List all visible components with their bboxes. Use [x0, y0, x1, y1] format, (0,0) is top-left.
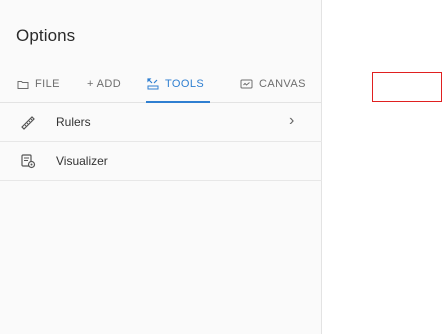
- visualizer-icon: [20, 153, 36, 169]
- list-item-visualizer[interactable]: Visualizer: [0, 142, 322, 181]
- ruler-icon: [20, 114, 36, 130]
- options-panel: Options FILE + ADD TOOLS CANVAS Rulers ›…: [0, 0, 322, 334]
- tab-add[interactable]: + ADD: [87, 72, 121, 103]
- rulers-label: Rulers: [56, 115, 91, 129]
- tab-canvas-label: CANVAS: [259, 78, 306, 90]
- tab-tools-label: TOOLS: [165, 78, 205, 90]
- chevron-right-icon: ›: [289, 112, 295, 129]
- panel-title: Options: [16, 26, 76, 45]
- tab-bar: FILE + ADD TOOLS CANVAS: [0, 72, 322, 103]
- folder-icon: [16, 78, 29, 90]
- visualizer-label: Visualizer: [56, 154, 108, 168]
- list-item-rulers[interactable]: Rulers ›: [0, 103, 322, 142]
- tab-add-label: + ADD: [87, 78, 122, 90]
- tools-icon: [146, 78, 159, 90]
- tab-file-label: FILE: [35, 78, 60, 90]
- canvas-icon: [240, 78, 253, 90]
- tab-tools[interactable]: TOOLS: [146, 72, 210, 103]
- highlight-box: [372, 72, 442, 102]
- tab-file[interactable]: FILE: [16, 72, 60, 103]
- tab-canvas[interactable]: CANVAS: [240, 72, 306, 103]
